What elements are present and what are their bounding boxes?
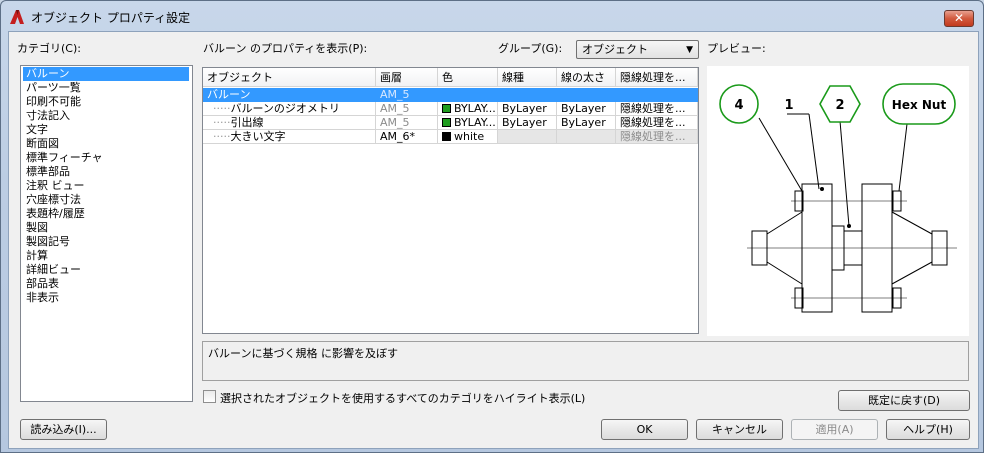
cell-color-text: BYLAY... [454,102,496,115]
table-row[interactable]: ·····引出線 AM_5 BYLAY... ByLayer ByLayer 隠… [203,116,698,130]
cancel-button[interactable]: キャンセル [696,419,783,440]
cell-hidden-line: 隠線処理を... [616,116,698,130]
category-item[interactable]: 計算 [23,249,51,263]
category-item[interactable]: 詳細ビュー [23,263,84,277]
cell-object: バルーン [207,88,251,101]
highlight-checkbox-label[interactable]: 選択されたオブジェクトを使用するすべてのカテゴリをハイライト表示(L) [220,390,585,406]
title-bar[interactable]: オブジェクト プロパティ設定 ✕ [1,1,983,31]
close-button[interactable]: ✕ [944,10,974,27]
group-dropdown[interactable]: オブジェクト ▼ [576,40,699,59]
category-item[interactable]: 表題枠/履歴 [23,207,88,221]
cell-layer: AM_5 [380,88,410,101]
chevron-down-icon: ▼ [686,45,693,55]
reset-defaults-button[interactable]: 既定に戻す(D) [838,390,970,411]
column-header-layer[interactable]: 画層 [376,68,438,87]
cell-layer: AM_5 [376,102,438,116]
apply-button[interactable]: 適用(A) [791,419,878,440]
category-item[interactable]: 製図記号 [23,235,73,249]
category-item[interactable]: 印刷不可能 [23,95,84,109]
category-item[interactable]: 穴座標寸法 [23,193,84,207]
cell-color: BYLAY... [438,116,498,130]
balloon-preview-drawing: 4 1 2 Hex Nut [719,83,957,313]
category-item[interactable]: 部品表 [23,277,62,291]
category-item[interactable]: バルーン [23,67,189,81]
cell-lineweight: ByLayer [557,102,616,116]
cell-color-text: white [454,130,485,143]
description-box: バルーンに基づく規格 に影響を及ぼす [202,341,969,381]
cell-hidden-line: 隠線処理を... [616,130,698,144]
group-label: グループ(G): [498,42,563,55]
window-title: オブジェクト プロパティ設定 [31,11,191,25]
category-label: カテゴリ(C): [17,42,81,55]
ok-button[interactable]: OK [601,419,688,440]
autocad-app-icon [10,10,24,24]
table-row[interactable]: ·····大きい文字 AM_6* white 隠線処理を... [203,130,698,144]
preview-label: プレビュー: [707,42,766,55]
cell-object-text: 大きい文字 [230,130,286,143]
balloon-label-1: 1 [784,98,793,113]
category-item[interactable]: 非表示 [23,291,62,305]
cell-color: BYLAY... [438,102,498,116]
column-header-linetype[interactable]: 線種 [498,68,557,87]
column-header-hidden-line[interactable]: 隠線処理を... [616,68,698,87]
category-item[interactable]: 寸法記入 [23,109,73,123]
category-list[interactable]: バルーン パーツ一覧 印刷不可能 寸法記入 文字 断面図 標準フィーチャ 標準部品 注釈 ビュー… [20,65,193,402]
color-swatch [442,104,451,113]
properties-label: バルーン のプロパティを表示(P): [203,42,368,55]
cell-linetype: ByLayer [498,116,557,130]
table-row[interactable]: ·····バルーンのジオメトリ AM_5 BYLAY... ByLayer By… [203,102,698,116]
cell-hidden-line: 隠線処理を... [616,102,698,116]
cell-color: white [438,130,498,144]
properties-grid[interactable]: オブジェクト 画層 色 線種 線の太さ 隠線処理を... バルーン AM_5 ·… [202,67,699,334]
dialog-client-area: カテゴリ(C): バルーン パーツ一覧 印刷不可能 寸法記入 文字 断面図 標準フィーチャ標… [8,31,979,449]
category-item[interactable]: 注釈 ビュー [23,179,88,193]
highlight-checkbox[interactable] [203,390,216,403]
color-swatch [442,132,451,141]
balloon-label-4: 4 [734,98,743,113]
preview-panel: 4 1 2 Hex Nut [707,66,969,336]
category-item[interactable]: 標準フィーチャ [23,151,106,165]
category-item[interactable]: 文字 [23,123,51,137]
group-dropdown-value: オブジェクト [582,43,648,56]
category-item[interactable]: 製図 [23,221,51,235]
cell-object-text: バルーンのジオメトリ [230,102,340,115]
column-header-object[interactable]: オブジェクト [203,68,376,87]
balloon-label-hex-nut: Hex Nut [892,98,947,112]
cell-lineweight: ByLayer [557,116,616,130]
column-header-lineweight[interactable]: 線の太さ [557,68,616,87]
cell-linetype [498,130,557,144]
help-button[interactable]: ヘルプ(H) [886,419,970,440]
balloon-label-2: 2 [835,98,844,113]
color-swatch [442,118,451,127]
dialog-window: オブジェクト プロパティ設定 ✕ カテゴリ(C): バルーン パーツ一覧 印刷不可能… [0,0,984,453]
cell-color-text: BYLAY... [454,116,496,129]
cell-lineweight [557,130,616,144]
cell-layer: AM_6* [376,130,438,144]
cell-object: ·····引出線 [203,116,376,130]
category-item[interactable]: 断面図 [23,137,62,151]
cell-layer: AM_5 [376,116,438,130]
cell-object: ·····大きい文字 [203,130,376,144]
table-row[interactable]: バルーン AM_5 [203,88,698,102]
cell-linetype: ByLayer [498,102,557,116]
description-text: バルーンに基づく規格 に影響を及ぼす [208,347,398,360]
load-button[interactable]: 読み込み(I)... [20,419,107,440]
column-header-color[interactable]: 色 [438,68,498,87]
category-item[interactable]: パーツ一覧 [23,81,84,95]
category-item[interactable]: 標準部品 [23,165,73,179]
cell-object-text: 引出線 [230,116,264,129]
cell-object: ·····バルーンのジオメトリ [203,102,376,116]
